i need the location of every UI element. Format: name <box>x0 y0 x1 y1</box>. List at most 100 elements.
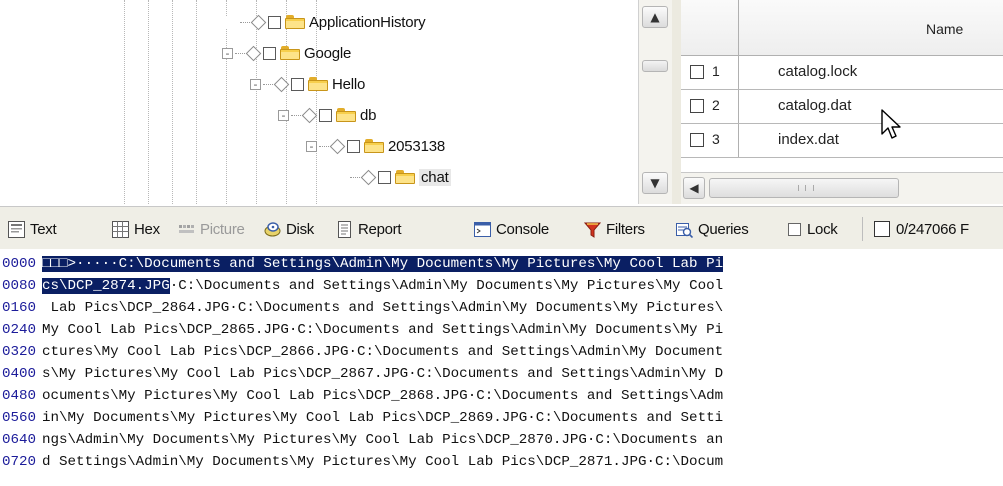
node-type-icon <box>273 76 290 92</box>
node-type-icon <box>245 45 262 61</box>
grid-horizontal-scrollbar[interactable]: ◀ <box>681 172 1003 204</box>
collapse-icon[interactable]: - <box>278 109 289 121</box>
text-view-button[interactable]: Text <box>8 218 57 240</box>
line-content[interactable]: s\My Pictures\My Cool Lab Pics\DCP_2867.… <box>42 366 723 382</box>
tree-connector <box>235 52 245 54</box>
tree-node-2053138[interactable]: - 2053138 <box>306 135 445 157</box>
tree-node-applicationhistory[interactable]: ApplicationHistory <box>226 11 426 33</box>
node-type-icon <box>250 14 267 30</box>
selected-text[interactable]: cs\DCP_2874.JPG <box>42 278 170 294</box>
row-checkbox[interactable] <box>690 65 704 79</box>
node-checkbox[interactable] <box>268 15 281 29</box>
picture-view-button[interactable]: Picture <box>178 218 245 240</box>
dump-line: 0320 ctures\My Cool Lab Pics\DCP_2866.JP… <box>0 342 723 362</box>
line-text: ngs\Admin\My Documents\My Pictures\My Co… <box>42 430 723 450</box>
folder-icon <box>280 46 300 60</box>
forensic-viewer-window: ApplicationHistory - Google - Hello - db… <box>0 0 1003 486</box>
name-column-header[interactable]: Name <box>926 21 963 37</box>
tree-expander <box>226 16 238 28</box>
disk-icon <box>264 221 281 236</box>
tree-node-hello[interactable]: - Hello <box>250 73 365 95</box>
queries-icon <box>676 222 693 238</box>
line-text: Lab Pics\DCP_2864.JPG·C:\Documents and S… <box>42 298 724 318</box>
node-type-icon <box>329 138 346 154</box>
tree-connector <box>350 176 360 178</box>
line-content[interactable]: ngs\Admin\My Documents\My Pictures\My Co… <box>42 432 723 448</box>
table-row[interactable]: 3 index.dat <box>681 124 1003 158</box>
node-checkbox[interactable] <box>378 170 391 184</box>
filters-view-button[interactable]: Filters <box>584 218 645 240</box>
line-text: cs\DCP_2874.JPG·C:\Documents and Setting… <box>42 276 723 296</box>
node-checkbox[interactable] <box>319 108 332 122</box>
line-offset: 0320 <box>2 344 37 360</box>
scroll-thumb[interactable] <box>642 60 668 72</box>
tree-node-db[interactable]: - db <box>278 104 377 126</box>
scroll-thumb[interactable] <box>709 178 899 198</box>
collapse-icon[interactable]: - <box>306 140 317 152</box>
scroll-down-icon[interactable]: ▼ <box>642 172 668 194</box>
filters-icon <box>584 222 601 238</box>
row-checkbox[interactable] <box>690 99 704 113</box>
disk-view-button[interactable]: Disk <box>264 218 314 240</box>
tree-node-label: db <box>360 106 377 124</box>
line-text: in\My Documents\My Pictures\My Cool Lab … <box>42 408 723 428</box>
line-text: ctures\My Cool Lab Pics\DCP_2866.JPG·C:\… <box>42 342 723 362</box>
tree-node-label: Google <box>304 44 352 62</box>
file-name: catalog.lock <box>778 63 858 80</box>
line-offset: 0080 <box>2 278 37 294</box>
tree-vertical-scrollbar[interactable]: ▲ ▼ <box>638 0 673 204</box>
row-number-header[interactable] <box>681 0 739 55</box>
select-all-checkbox[interactable] <box>874 221 890 237</box>
node-checkbox[interactable] <box>263 46 276 60</box>
selected-text[interactable]: □□□>·····C:\Documents and Settings\Admin… <box>42 256 724 272</box>
mouse-pointer-icon <box>881 109 901 139</box>
line-offset: 0160 <box>2 300 37 316</box>
lock-checkbox[interactable] <box>788 222 801 236</box>
line-text: ocuments\My Pictures\My Cool Lab Pics\DC… <box>42 386 723 406</box>
collapse-icon[interactable]: - <box>250 78 261 90</box>
line-offset: 0400 <box>2 366 37 382</box>
record-counter[interactable]: 0/247066 F <box>874 218 969 240</box>
toolbar-separator <box>862 217 864 241</box>
node-checkbox[interactable] <box>347 139 360 153</box>
hex-view-label: Hex <box>134 220 160 238</box>
row-checkbox[interactable] <box>690 133 704 147</box>
tree-node-label: ApplicationHistory <box>309 13 426 31</box>
queries-view-button[interactable]: Queries <box>676 218 749 240</box>
table-row[interactable]: 2 catalog.dat <box>681 90 1003 124</box>
tree-guide-line <box>196 0 197 204</box>
tree-connector <box>240 21 250 23</box>
node-type-icon <box>301 107 318 123</box>
line-text: □□□>·····C:\Documents and Settings\Admin… <box>42 254 724 274</box>
dump-line: 0480 ocuments\My Pictures\My Cool Lab Pi… <box>0 386 723 406</box>
disk-view-label: Disk <box>286 220 314 238</box>
table-row[interactable]: 1 catalog.lock <box>681 56 1003 90</box>
folder-icon <box>336 108 356 122</box>
tree-node-label: chat <box>419 168 451 186</box>
line-content[interactable]: in\My Documents\My Pictures\My Cool Lab … <box>42 410 723 426</box>
queries-view-label: Queries <box>698 220 749 238</box>
report-view-button[interactable]: Report <box>336 218 402 240</box>
tree-node-chat[interactable]: chat <box>336 166 451 188</box>
line-content[interactable]: ctures\My Cool Lab Pics\DCP_2866.JPG·C:\… <box>42 344 723 360</box>
file-name: catalog.dat <box>778 97 852 114</box>
console-view-button[interactable]: Console <box>474 218 549 240</box>
line-offset: 0720 <box>2 454 37 470</box>
line-content[interactable]: Lab Pics\DCP_2864.JPG·C:\Documents and S… <box>42 300 724 316</box>
line-content[interactable]: ocuments\My Pictures\My Cool Lab Pics\DC… <box>42 388 723 404</box>
scroll-up-icon[interactable]: ▲ <box>642 6 668 28</box>
view-toolbar: Text Hex Picture Disk Report Console Fil… <box>0 206 1003 250</box>
line-content[interactable]: ·C:\Documents and Settings\Admin\My Docu… <box>170 278 723 294</box>
line-content[interactable]: My Cool Lab Pics\DCP_2865.JPG·C:\Documen… <box>42 322 723 338</box>
text-dump-view[interactable]: 0000 □□□>·····C:\Documents and Settings\… <box>0 249 1003 486</box>
node-checkbox[interactable] <box>291 77 304 91</box>
scroll-left-icon[interactable]: ◀ <box>683 177 705 199</box>
line-offset: 0240 <box>2 322 37 338</box>
lock-label: Lock <box>807 220 838 238</box>
lock-toggle[interactable]: Lock <box>788 218 838 240</box>
collapse-icon[interactable]: - <box>222 47 233 59</box>
hex-view-button[interactable]: Hex <box>112 218 160 240</box>
line-content[interactable]: d Settings\Admin\My Documents\My Picture… <box>42 454 723 470</box>
tree-node-google[interactable]: - Google <box>222 42 351 64</box>
line-text: My Cool Lab Pics\DCP_2865.JPG·C:\Documen… <box>42 320 723 340</box>
